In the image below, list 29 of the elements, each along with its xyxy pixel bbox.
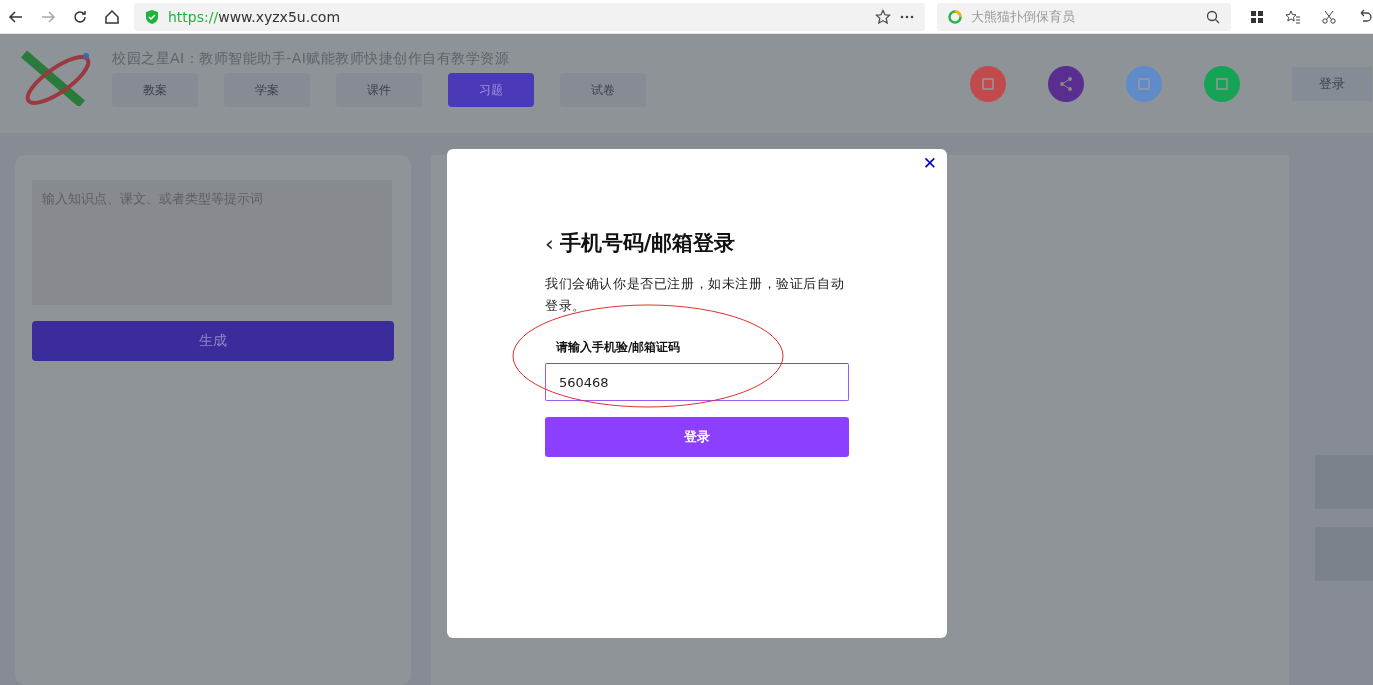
scissors-icon[interactable] [1321, 8, 1337, 25]
shield-icon [144, 8, 160, 25]
address-bar[interactable]: https://www.xyzx5u.com [134, 2, 925, 31]
back-icon[interactable] [8, 8, 24, 25]
grid-icon[interactable] [1249, 8, 1265, 25]
url-text: https://www.xyzx5u.com [168, 8, 342, 25]
share-icon[interactable] [1048, 66, 1084, 102]
generate-button[interactable]: 生成 [32, 321, 394, 361]
field-label: 请输入手机验/邮箱证码 [556, 339, 682, 356]
nav-tab[interactable]: 习题 [448, 73, 534, 107]
nav-tab[interactable]: 课件 [336, 73, 422, 107]
search-input[interactable]: 大熊猫扑倒保育员 [968, 8, 1199, 25]
nav-tab[interactable]: 学案 [224, 73, 310, 107]
login-button[interactable]: 登录 [1292, 67, 1372, 101]
ring-icon [946, 8, 963, 25]
submit-button[interactable]: 登录 [545, 417, 849, 457]
back-button[interactable]: ‹ [545, 230, 554, 256]
favorites-icon[interactable] [1285, 8, 1301, 25]
nav-tab[interactable]: 教案 [112, 73, 198, 107]
nav-tab[interactable]: 试卷 [560, 73, 646, 107]
close-button[interactable]: ✕ [922, 153, 937, 173]
home-icon[interactable] [104, 8, 120, 25]
reload-icon[interactable] [72, 8, 88, 25]
search-icon[interactable] [1205, 8, 1221, 25]
dialog-description: 我们会确认你是否已注册，如未注册，验证后自动登录。 [545, 275, 846, 315]
star-icon[interactable] [874, 8, 891, 25]
code-field[interactable]: 560468 [545, 363, 849, 401]
dialog-title: 手机号码/邮箱登录 [559, 230, 736, 257]
search-field[interactable]: 大熊猫扑倒保育员 [936, 2, 1231, 31]
